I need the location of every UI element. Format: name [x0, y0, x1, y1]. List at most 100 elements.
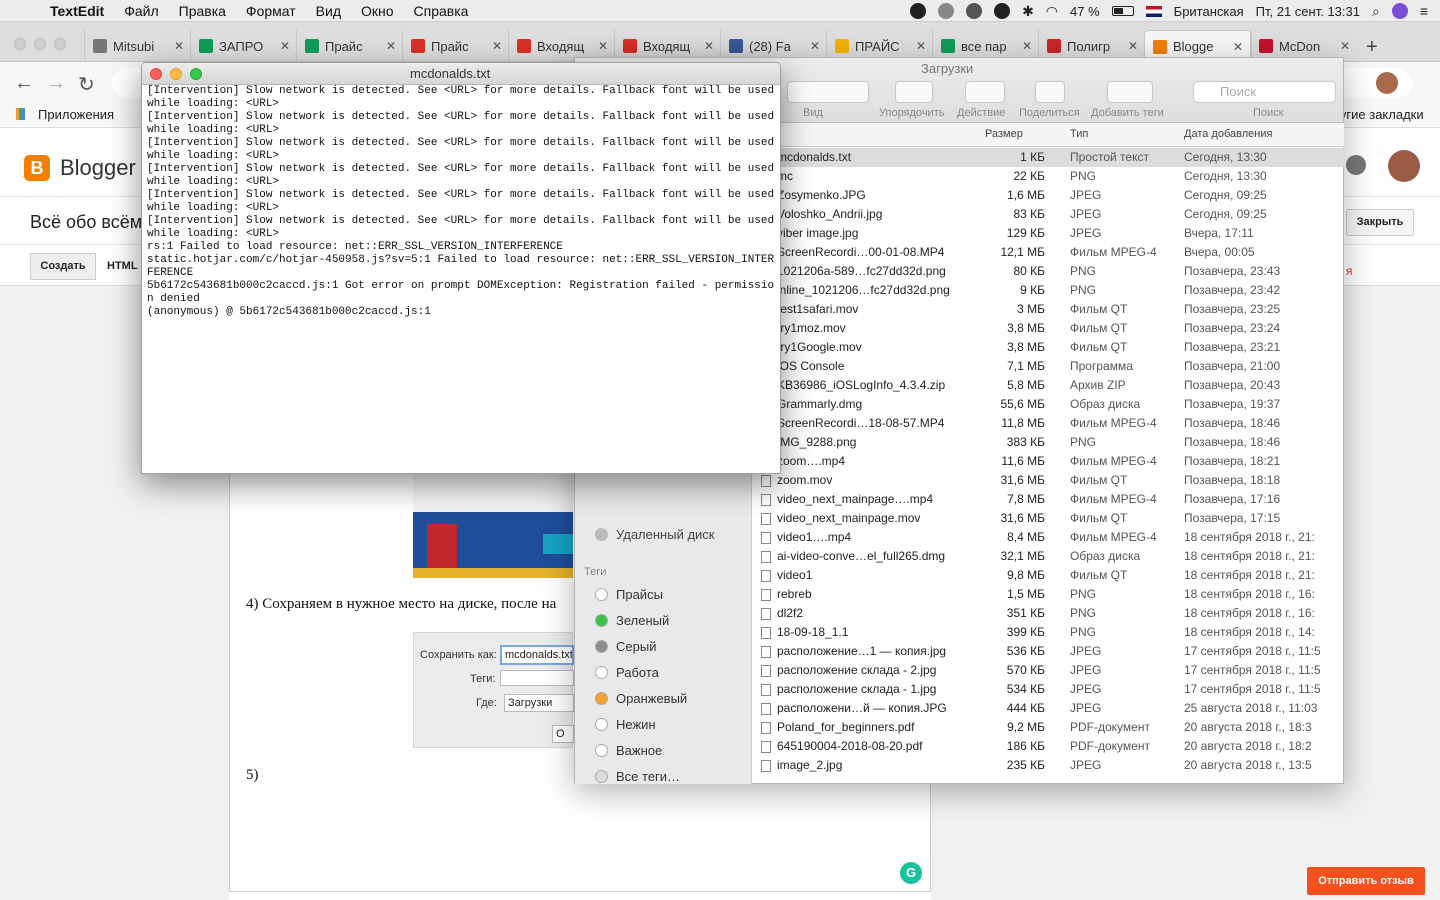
battery-icon[interactable]: [1111, 6, 1134, 16]
skype-icon[interactable]: [910, 3, 927, 19]
file-row[interactable]: try1Google.mov 3,8 МБ Фильм QT Позавчера, 2…: [753, 338, 1344, 357]
forward-arrow-icon[interactable]: →: [46, 72, 66, 95]
sidebar-tag[interactable]: Прайсы: [595, 587, 663, 602]
sidebar-tag[interactable]: Все теги…: [595, 769, 680, 784]
column-size[interactable]: Размер: [985, 128, 1023, 140]
file-row[interactable]: 18-09-18_1.1 399 КБ PNG 18 сентября 2018 г.…: [753, 623, 1344, 642]
spotlight-icon[interactable]: ⌕: [1372, 3, 1380, 20]
sidebar-tag[interactable]: Зеленый: [595, 613, 669, 628]
sidebar-tag[interactable]: Серый: [595, 639, 656, 654]
file-row[interactable]: inline_1021206…fc27dd32d.png 9 КБ PNG Позав…: [753, 281, 1344, 300]
file-row[interactable]: test1safari.mov 3 МБ Фильм QT Позавчера, 23…: [753, 300, 1344, 319]
browser-tab[interactable]: Прайс ✕: [402, 30, 510, 62]
wifi-icon[interactable]: ◠: [1046, 3, 1058, 20]
clock[interactable]: Пт, 21 сент. 13:31: [1256, 4, 1360, 19]
keyboard-layout[interactable]: Британская: [1174, 4, 1244, 19]
html-mode-button[interactable]: HTML: [100, 253, 138, 280]
sidebar-tag[interactable]: Нежин: [595, 717, 656, 732]
file-row[interactable]: расположение склада - 2.jpg 570 КБ JPEG 17 …: [753, 661, 1344, 680]
file-row[interactable]: ScreenRecordi…00-01-08.MP4 12,1 МБ Фильм M…: [753, 243, 1344, 262]
add-tags-icon[interactable]: [1107, 81, 1153, 103]
file-row[interactable]: zoom….mp4 11,6 МБ Фильм MPEG-4 Позавчера, 1…: [753, 452, 1344, 471]
sidebar-tag[interactable]: Важное: [595, 743, 662, 758]
file-row[interactable]: video1….mp4 8,4 МБ Фильм MPEG-4 18 сентября…: [753, 528, 1344, 547]
notifications-icon[interactable]: [1346, 155, 1366, 175]
browser-tab[interactable]: Прайс ✕: [296, 30, 404, 62]
apps-grid-icon[interactable]: [16, 108, 28, 120]
compose-mode-button[interactable]: Создать: [30, 253, 96, 280]
file-row[interactable]: video1 9,8 МБ Фильм QT 18 сентября 2018 г.,…: [753, 566, 1344, 585]
file-row[interactable]: Grammarly.dmg 55,6 МБ Образ диска Позавчера…: [753, 395, 1344, 414]
notification-center-icon[interactable]: ≡: [1420, 3, 1428, 19]
file-row[interactable]: viber image.jpg 129 КБ JPEG Вчера, 17:11: [753, 224, 1344, 243]
new-tab-button[interactable]: +: [1366, 36, 1378, 59]
file-row[interactable]: dl2f2 351 КБ PNG 18 сентября 2018 г., 16:: [753, 604, 1344, 623]
zoom-window-icon[interactable]: [54, 38, 66, 50]
close-tab-icon[interactable]: ✕: [492, 39, 502, 53]
docker-icon[interactable]: [966, 3, 983, 19]
column-kind[interactable]: Тип: [1070, 128, 1088, 140]
reload-icon[interactable]: ↻: [78, 72, 95, 97]
textedit-document-text[interactable]: [Intervention] Slow network is detected.…: [147, 85, 777, 319]
file-row[interactable]: image_2.jpg 235 КБ JPEG 20 августа 2018 г.,…: [753, 756, 1344, 775]
close-button[interactable]: Закрыть: [1346, 209, 1414, 236]
close-tab-icon[interactable]: ✕: [1233, 40, 1243, 54]
close-tab-icon[interactable]: ✕: [1022, 39, 1032, 53]
arrange-button[interactable]: [895, 81, 933, 103]
flag-icon[interactable]: [1145, 5, 1162, 17]
file-row[interactable]: ai-video-conve…el_full265.dmg 32,1 МБ Обра…: [753, 547, 1344, 566]
profile-avatar[interactable]: [1376, 72, 1398, 94]
post-image-mcdonalds[interactable]: [413, 470, 573, 578]
menu-help[interactable]: Справка: [404, 3, 479, 19]
close-tab-icon[interactable]: ✕: [280, 39, 290, 53]
zoom-window-icon[interactable]: [190, 68, 202, 80]
menu-view[interactable]: Вид: [306, 3, 351, 19]
close-tab-icon[interactable]: ✕: [598, 39, 608, 53]
close-tab-icon[interactable]: ✕: [810, 39, 820, 53]
close-window-icon[interactable]: [14, 38, 26, 50]
menu-app-name[interactable]: TextEdit: [40, 3, 114, 19]
grammarly-icon[interactable]: G: [900, 862, 922, 884]
close-tab-icon[interactable]: ✕: [1340, 39, 1350, 53]
file-row[interactable]: Poland_for_beginners.pdf 9,2 МБ PDF-докуме…: [753, 718, 1344, 737]
menu-edit[interactable]: Правка: [169, 3, 236, 19]
close-window-icon[interactable]: [150, 68, 162, 80]
file-row[interactable]: zoom.mov 31,6 МБ Фильм QT Позавчера, 18:18: [753, 471, 1344, 490]
file-row[interactable]: 645190004-2018-08-20.pdf 186 КБ PDF-докуме…: [753, 737, 1344, 756]
file-row[interactable]: ScreenRecordi…18-08-57.MP4 11,8 МБ Фильм M…: [753, 414, 1344, 433]
close-tab-icon[interactable]: ✕: [174, 39, 184, 53]
file-row[interactable]: расположение…1 — копия.jpg 536 КБ JPEG 17 с…: [753, 642, 1344, 661]
file-row[interactable]: IMG_9288.png 383 КБ PNG Позавчера, 18:46: [753, 433, 1344, 452]
menu-window[interactable]: Окно: [351, 3, 404, 19]
browser-tab[interactable]: ЗАПРО ✕: [190, 30, 298, 62]
skype-status-icon[interactable]: [994, 3, 1011, 19]
close-tab-icon[interactable]: ✕: [916, 39, 926, 53]
post-image-save-dialog[interactable]: Сохранить как: mcdonalds.txt Теги: Где: …: [413, 632, 574, 748]
menu-format[interactable]: Формат: [236, 3, 306, 19]
file-row[interactable]: rebreb 1,5 МБ PNG 18 сентября 2018 г., 16:: [753, 585, 1344, 604]
file-row[interactable]: iOS Console 7,1 МБ Программа Позавчера, 21:…: [753, 357, 1344, 376]
account-avatar[interactable]: [1388, 150, 1420, 182]
share-icon[interactable]: [1035, 81, 1065, 103]
file-row[interactable]: KB36986_iOSLogInfo_4.3.4.zip 5,8 МБ Архив …: [753, 376, 1344, 395]
bluetooth-icon[interactable]: ✱: [1022, 3, 1034, 20]
close-tab-icon[interactable]: ✕: [704, 39, 714, 53]
menu-file[interactable]: Файл: [114, 3, 168, 19]
file-row[interactable]: mc 22 КБ PNG Сегодня, 13:30: [753, 167, 1344, 186]
send-feedback-button[interactable]: Отправить отзыв: [1307, 867, 1425, 895]
file-row[interactable]: try1moz.mov 3,8 МБ Фильм QT Позавчера, 23:2…: [753, 319, 1344, 338]
file-row[interactable]: Voloshko_Andrii.jpg 83 КБ JPEG Сегодня, 09:…: [753, 205, 1344, 224]
back-arrow-icon[interactable]: ←: [14, 72, 34, 95]
close-tab-icon[interactable]: ✕: [1128, 39, 1138, 53]
sidebar-tag[interactable]: Работа: [595, 665, 659, 680]
column-date[interactable]: Дата добавления: [1184, 128, 1272, 140]
view-mode-buttons[interactable]: [787, 81, 869, 103]
bookmark-apps[interactable]: Приложения: [38, 107, 114, 122]
creative-cloud-icon[interactable]: [938, 3, 955, 19]
siri-icon[interactable]: [1391, 3, 1408, 19]
close-tab-icon[interactable]: ✕: [386, 39, 396, 53]
blogger-logo-icon[interactable]: B: [24, 155, 50, 181]
sidebar-tag[interactable]: Оранжевый: [595, 691, 687, 706]
file-row[interactable]: Zosymenko.JPG 1,6 МБ JPEG Сегодня, 09:25: [753, 186, 1344, 205]
action-gear-icon[interactable]: [965, 81, 1005, 103]
